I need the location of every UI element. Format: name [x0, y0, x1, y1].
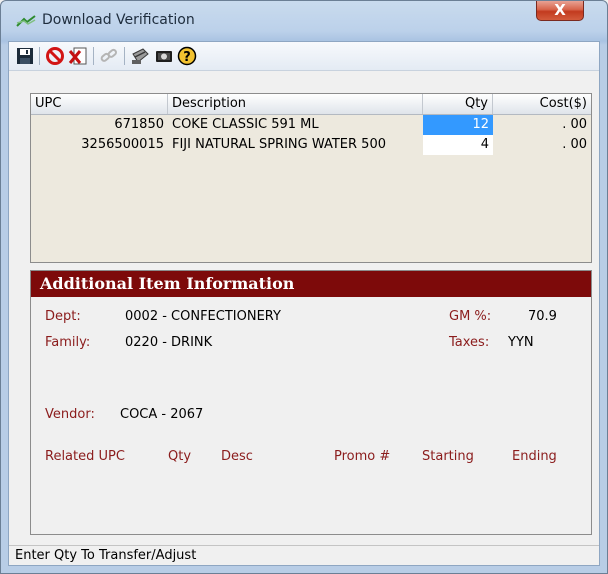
family-label: Family:	[45, 335, 91, 350]
additional-item-info-panel: Additional Item Information Dept: 0002 -…	[30, 270, 592, 535]
column-header-qty[interactable]: Qty	[423, 94, 493, 114]
link-button[interactable]	[98, 46, 120, 66]
taxes-label: Taxes:	[449, 335, 490, 350]
delete-button[interactable]	[67, 46, 89, 66]
svg-text:?: ?	[183, 50, 191, 65]
taxes-value: YYN	[508, 335, 534, 350]
items-grid[interactable]: UPC Description Qty Cost($) 671850 COKE …	[30, 93, 592, 263]
gm-label: GM %:	[449, 309, 492, 324]
section-title: Additional Item Information	[31, 271, 591, 297]
related-column-ending: Ending	[512, 449, 557, 464]
status-bar: Enter Qty To Transfer/Adjust	[9, 545, 599, 565]
qty-input[interactable]: 4	[423, 135, 493, 155]
camera-icon	[156, 51, 172, 62]
window-title: Download Verification	[42, 12, 195, 28]
column-header-upc[interactable]: UPC	[31, 94, 168, 114]
no-entry-icon	[46, 47, 64, 65]
scan-button[interactable]	[129, 46, 151, 66]
qty-input[interactable]: 12	[423, 115, 493, 135]
floppy-disk-icon	[17, 48, 33, 64]
vendor-value: COCA - 2067	[120, 407, 204, 422]
toolbar-separator	[93, 47, 94, 65]
scanner-icon	[132, 48, 149, 64]
table-row[interactable]: 3256500015 FIJI NATURAL SPRING WATER 500…	[31, 135, 591, 155]
cost-cell: . 00	[562, 137, 587, 152]
dept-value: 0002 - CONFECTIONERY	[125, 309, 281, 324]
related-column-qty: Qty	[168, 449, 192, 464]
column-header-cost[interactable]: Cost($)	[493, 94, 591, 114]
save-button[interactable]	[14, 46, 36, 66]
table-row[interactable]: 671850 COKE CLASSIC 591 ML 12 . 00	[31, 115, 591, 135]
close-button[interactable]: X	[536, 1, 584, 21]
delete-document-icon	[68, 47, 87, 65]
cost-cell: . 00	[562, 117, 587, 132]
description-cell: COKE CLASSIC 591 ML	[172, 117, 319, 132]
vendor-label: Vendor:	[45, 407, 95, 422]
client-area: ? UPC Description Qty Cost($) 671850 COK…	[8, 41, 600, 566]
link-icon	[100, 48, 117, 62]
family-value: 0220 - DRINK	[125, 335, 213, 350]
cancel-button[interactable]	[44, 46, 66, 66]
close-icon: X	[554, 1, 566, 19]
dept-label: Dept:	[45, 309, 81, 324]
related-column-desc: Desc	[221, 449, 253, 464]
title-bar[interactable]: Download Verification X	[1, 1, 607, 41]
description-cell: FIJI NATURAL SPRING WATER 500	[172, 137, 386, 152]
upc-cell: 3256500015	[81, 137, 164, 152]
toolbar-separator	[39, 47, 40, 65]
app-icon	[16, 15, 36, 27]
toolbar-separator	[124, 47, 125, 65]
toolbar: ?	[9, 42, 599, 71]
related-column-promo: Promo #	[334, 449, 391, 464]
help-button[interactable]: ?	[176, 46, 198, 66]
related-column-starting: Starting	[422, 449, 474, 464]
download-verification-window: Download Verification X ? UPC Descriptio…	[0, 0, 608, 574]
help-icon: ?	[177, 46, 197, 66]
camera-button[interactable]	[153, 46, 175, 66]
gm-value: 70.9	[528, 309, 557, 324]
related-column-related-upc: Related UPC	[45, 449, 125, 464]
grid-header: UPC Description Qty Cost($)	[31, 94, 591, 115]
column-header-description[interactable]: Description	[168, 94, 423, 114]
upc-cell: 671850	[114, 117, 164, 132]
